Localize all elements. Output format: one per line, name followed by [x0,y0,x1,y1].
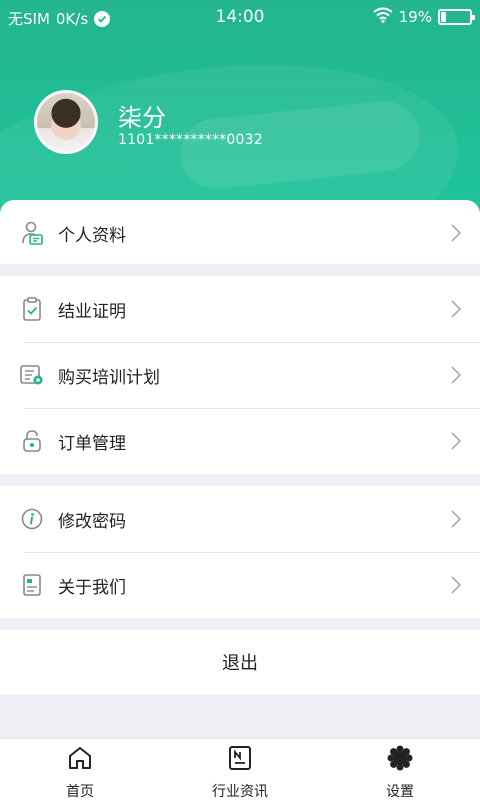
person-card-icon [20,221,44,245]
menu-group-profile: 个人资料 [0,200,480,264]
user-id-number: 1101**********0032 [118,132,263,148]
info-icon [20,507,44,531]
chevron-right-icon [451,224,462,242]
tab-label: 首页 [66,784,94,800]
status-bar: 无SIM 0K/s 14:00 19% [0,0,480,34]
logout-button[interactable]: 退出 [0,630,480,694]
menu-item-order-management[interactable]: 订单管理 [0,408,480,474]
menu-item-buy-training-plan[interactable]: 购买培训计划 [0,342,480,408]
battery-percent: 19% [398,8,432,26]
chevron-right-icon [451,366,462,384]
chevron-right-icon [451,300,462,318]
avatar[interactable] [34,90,98,154]
news-icon [227,745,253,775]
lock-icon [20,429,44,453]
menu-item-label: 关于我们 [58,577,126,598]
clipboard-check-icon [20,297,44,321]
gear-icon [387,745,413,775]
tab-settings[interactable]: 设置 [320,739,480,800]
chevron-right-icon [451,510,462,528]
tab-label: 行业资讯 [212,784,268,800]
document-icon [20,573,44,597]
battery-icon [438,9,475,25]
menu-item-label: 购买培训计划 [58,367,160,388]
wifi-icon [373,7,393,27]
tab-label: 设置 [386,784,414,800]
menu-item-label: 个人资料 [58,225,126,246]
menu-item-change-password[interactable]: 修改密码 [0,486,480,552]
menu-item-label: 结业证明 [58,301,126,322]
chevron-right-icon [451,432,462,450]
plan-list-icon [20,363,44,387]
tab-home[interactable]: 首页 [0,739,160,800]
chevron-right-icon [451,576,462,594]
menu-item-label: 订单管理 [58,433,126,454]
menu-item-label: 修改密码 [58,511,126,532]
tab-industry-news[interactable]: 行业资讯 [160,739,320,800]
menu-item-about-us[interactable]: 关于我们 [0,552,480,618]
menu-group-account: 修改密码 关于我们 [0,486,480,618]
menu-item-certificate[interactable]: 结业证明 [0,276,480,342]
bottom-tab-bar: 首页 行业资讯 设置 [0,738,480,800]
menu-group-training: 结业证明 购买培训计划 订单管理 [0,276,480,474]
menu-item-personal-info[interactable]: 个人资料 [0,200,480,266]
user-name: 柒分 [118,104,166,132]
home-icon [67,745,93,775]
logout-label: 退出 [222,653,258,674]
